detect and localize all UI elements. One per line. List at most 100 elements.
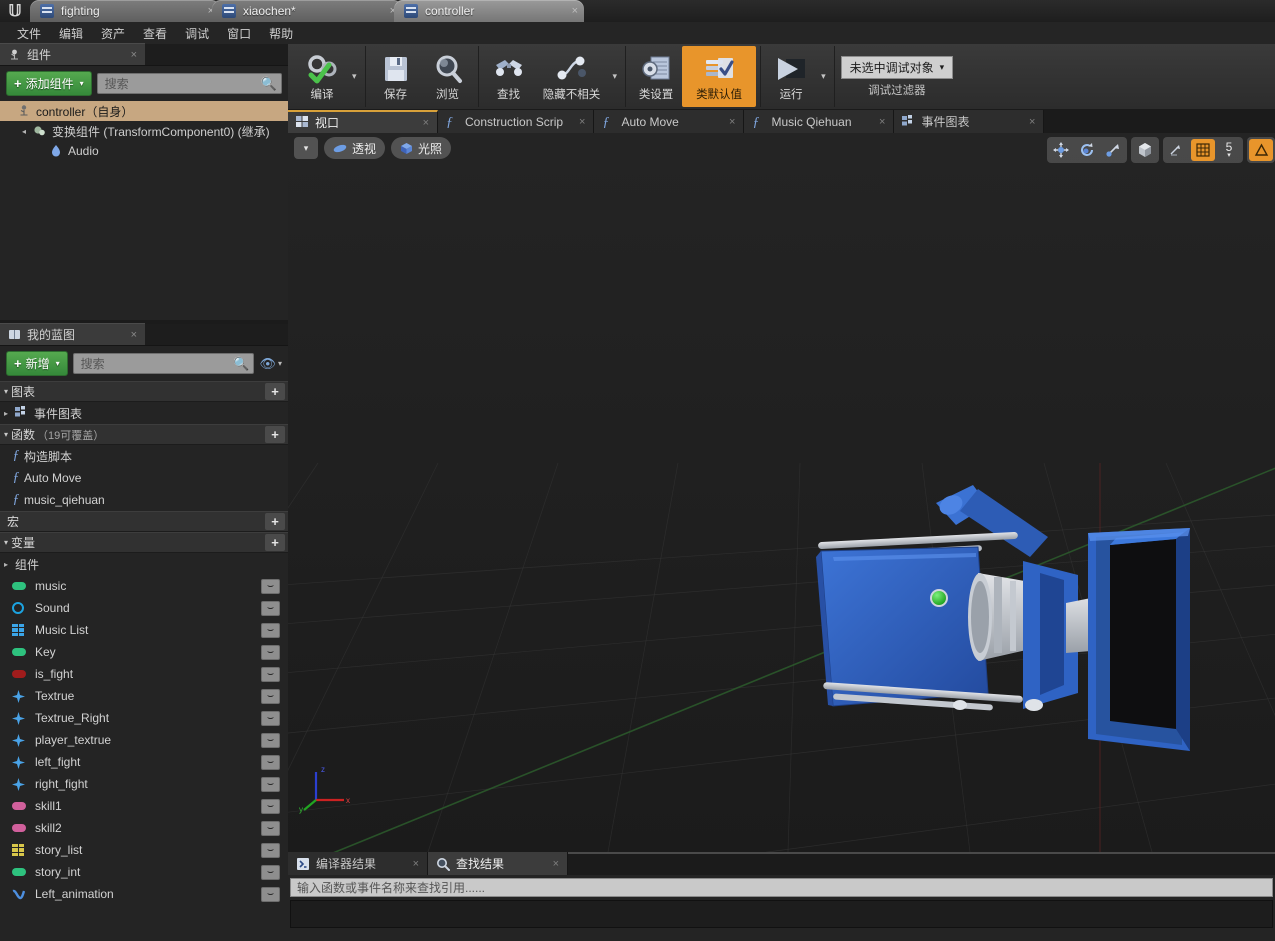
variable-visibility-toggle[interactable]: ⌣ xyxy=(261,622,280,638)
grid-snap-icon[interactable] xyxy=(1191,139,1215,161)
variables-group-row[interactable]: ▸ 组件 xyxy=(0,553,288,575)
variable-visibility-toggle[interactable]: ⌣ xyxy=(261,710,280,726)
tab-components[interactable]: 组件 × xyxy=(0,43,145,65)
move-gizmo-icon[interactable] xyxy=(1049,139,1073,161)
blueprint-item[interactable]: ƒ 构造脚本 xyxy=(0,445,288,467)
document-tab-close[interactable]: × xyxy=(407,117,429,129)
variable-row[interactable]: Music List ⌣ xyxy=(0,619,288,641)
toolbar-button-class-settings[interactable]: 类设置 xyxy=(630,46,682,107)
angle-snap-icon[interactable] xyxy=(1249,139,1273,161)
section-add-button[interactable]: + xyxy=(265,513,285,530)
toolbar-button-hide-unrelated[interactable]: 隐藏不相关 xyxy=(535,46,609,107)
tree-expander-icon[interactable]: ▸ xyxy=(4,560,15,569)
document-tab-1[interactable]: ƒ Construction Scrip × xyxy=(438,110,595,133)
find-references-input[interactable]: 输入函数或事件名称来查找引用...... xyxy=(290,878,1273,897)
tab-my-blueprint-close[interactable]: × xyxy=(113,329,137,341)
variable-row[interactable]: is_fight ⌣ xyxy=(0,663,288,685)
section-add-button[interactable]: + xyxy=(265,383,285,400)
chevron-down-icon[interactable]: ▾ xyxy=(348,46,361,107)
variable-row[interactable]: story_list ⌣ xyxy=(0,839,288,861)
menu-item-4[interactable]: 调试 xyxy=(176,23,218,44)
chevron-down-icon[interactable]: ▾ xyxy=(817,46,830,107)
section-expander-icon[interactable]: ▾ xyxy=(4,538,8,547)
window-tab-2[interactable]: controller × xyxy=(394,0,584,22)
document-tab-close[interactable]: × xyxy=(713,116,735,128)
section-header-0[interactable]: ▾ 图表 + xyxy=(0,381,288,402)
add-new-button[interactable]: + 新增 ▾ xyxy=(6,351,68,376)
add-component-button[interactable]: + 添加组件 ▾ xyxy=(6,71,92,96)
viewport-perspective-button[interactable]: 透视 xyxy=(324,137,386,159)
toolbar-button-class-defaults[interactable]: 类默认值 xyxy=(682,46,757,107)
section-add-button[interactable]: + xyxy=(265,534,285,551)
variable-row[interactable]: story_int ⌣ xyxy=(0,861,288,883)
variable-row[interactable]: left_fight ⌣ xyxy=(0,751,288,773)
tab-components-close[interactable]: × xyxy=(113,49,137,61)
viewport-options-button[interactable]: ▾ xyxy=(294,137,318,159)
components-search-input[interactable]: 搜索 🔍 xyxy=(96,73,282,94)
variable-visibility-toggle[interactable]: ⌣ xyxy=(261,886,280,902)
menu-item-2[interactable]: 资产 xyxy=(92,23,134,44)
document-tab-2[interactable]: ƒ Auto Move × xyxy=(594,110,745,133)
grid-snap-value-button[interactable]: 5 ▾ xyxy=(1217,139,1241,161)
menu-item-6[interactable]: 帮助 xyxy=(260,23,302,44)
variable-row[interactable]: Textrue_Right ⌣ xyxy=(0,707,288,729)
variable-row[interactable]: Textrue ⌣ xyxy=(0,685,288,707)
variable-visibility-toggle[interactable]: ⌣ xyxy=(261,732,280,748)
variable-row[interactable]: Left_animation ⌣ xyxy=(0,883,288,905)
variable-row[interactable]: skill1 ⌣ xyxy=(0,795,288,817)
variable-row[interactable]: Sound ⌣ xyxy=(0,597,288,619)
toolbar-button-browse[interactable]: 浏览 xyxy=(422,46,474,107)
component-tree-row[interactable]: Audio xyxy=(0,141,288,161)
variable-visibility-toggle[interactable]: ⌣ xyxy=(261,842,280,858)
variable-visibility-toggle[interactable]: ⌣ xyxy=(261,666,280,682)
viewport-3d[interactable]: ▾ 透视 光照 5 ▾ z x y xyxy=(288,133,1275,852)
tree-expander-icon[interactable]: ◂ xyxy=(22,127,33,136)
variable-visibility-toggle[interactable]: ⌣ xyxy=(261,600,280,616)
document-tab-close[interactable]: × xyxy=(563,116,585,128)
component-tree-row[interactable]: ◂ 变换组件 (TransformComponent0) (继承) xyxy=(0,121,288,141)
variable-row[interactable]: skill2 ⌣ xyxy=(0,817,288,839)
variable-row[interactable]: Key ⌣ xyxy=(0,641,288,663)
component-tree-row[interactable]: controller（自身） xyxy=(0,101,288,121)
bottom-tab-1[interactable]: 查找结果 × xyxy=(428,852,568,875)
variable-visibility-toggle[interactable]: ⌣ xyxy=(261,864,280,880)
variable-row[interactable]: music ⌣ xyxy=(0,575,288,597)
document-tab-3[interactable]: ƒ Music Qiehuan × xyxy=(744,110,895,133)
variable-row[interactable]: player_textrue ⌣ xyxy=(0,729,288,751)
menu-item-3[interactable]: 查看 xyxy=(134,23,176,44)
menu-item-5[interactable]: 窗口 xyxy=(218,23,260,44)
myblueprint-search-input[interactable]: 搜索 🔍 xyxy=(72,353,255,374)
rotate-gizmo-icon[interactable] xyxy=(1075,139,1099,161)
world-space-icon[interactable] xyxy=(1133,139,1157,161)
toolbar-button-find[interactable]: 查找 xyxy=(483,46,535,107)
bottom-tab-close[interactable]: × xyxy=(399,858,419,870)
section-header-1[interactable]: ▾ 函数 （19可覆盖） + xyxy=(0,424,288,445)
visibility-options-button[interactable]: 👁 ▾ xyxy=(259,356,282,372)
bottom-tab-0[interactable]: 编译器结果 × xyxy=(288,852,428,875)
toolbar-button-compile[interactable]: 编译 xyxy=(296,46,348,107)
toolbar-button-save[interactable]: 保存 xyxy=(370,46,422,107)
document-tab-0[interactable]: 视口 × xyxy=(288,110,438,133)
menu-item-1[interactable]: 编辑 xyxy=(50,23,92,44)
variable-row[interactable]: right_fight ⌣ xyxy=(0,773,288,795)
blueprint-item[interactable]: ▸ 事件图表 xyxy=(0,402,288,424)
scale-gizmo-icon[interactable] xyxy=(1101,139,1125,161)
window-tab-0[interactable]: fighting × xyxy=(30,0,220,22)
window-tab-close[interactable]: × xyxy=(572,5,578,17)
document-tab-close[interactable]: × xyxy=(863,116,885,128)
section-expander-icon[interactable]: ▾ xyxy=(4,430,8,439)
toolbar-button-play[interactable]: 运行 xyxy=(765,46,817,107)
tree-expander-icon[interactable]: ▸ xyxy=(4,409,15,418)
section-header-2[interactable]: 宏 + xyxy=(0,511,288,532)
bottom-tab-close[interactable]: × xyxy=(539,858,559,870)
debug-object-select[interactable]: 未选中调试对象 ▾ xyxy=(840,55,954,79)
section-add-button[interactable]: + xyxy=(265,426,285,443)
viewport-lighting-button[interactable]: 光照 xyxy=(391,137,452,159)
document-tab-4[interactable]: 事件图表 × xyxy=(894,110,1045,133)
section-header-3[interactable]: ▾ 变量 + xyxy=(0,532,288,553)
surface-snap-icon[interactable] xyxy=(1165,139,1189,161)
window-tab-1[interactable]: xiaochen* × xyxy=(212,0,402,22)
tab-my-blueprint[interactable]: 我的蓝图 × xyxy=(0,323,145,345)
variable-visibility-toggle[interactable]: ⌣ xyxy=(261,754,280,770)
blueprint-item[interactable]: ƒ music_qiehuan xyxy=(0,489,288,511)
